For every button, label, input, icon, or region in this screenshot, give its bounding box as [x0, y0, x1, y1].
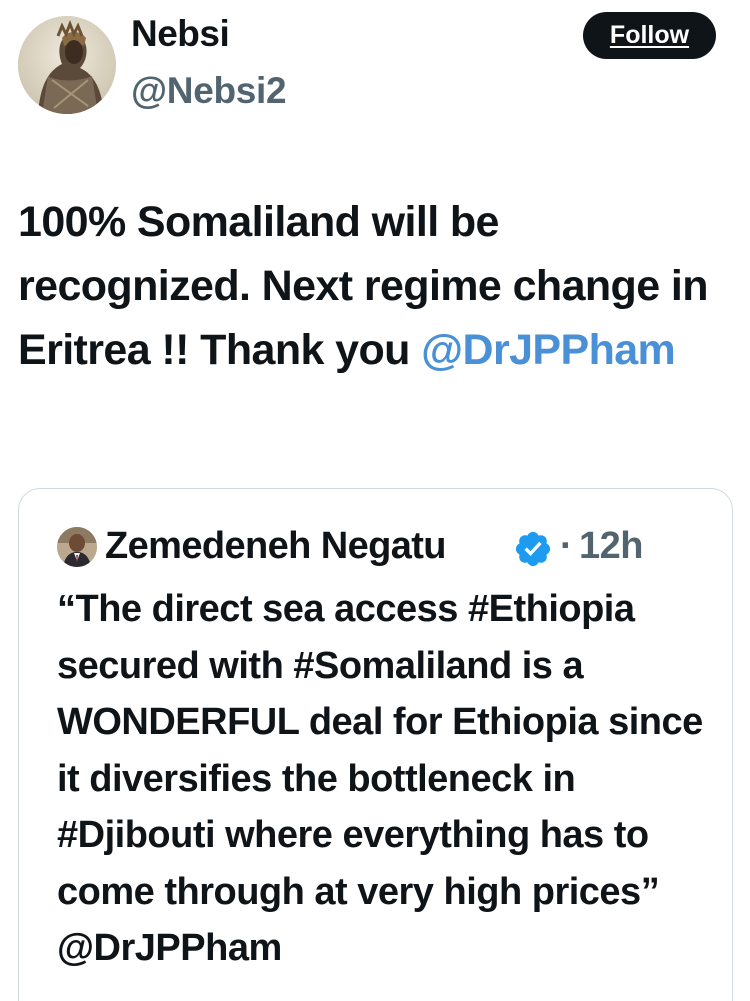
author-avatar[interactable] — [18, 16, 116, 114]
quoted-tweet-time[interactable]: 12h — [579, 525, 643, 568]
quoted-tweet-text: “The direct sea access #Ethiopia secured… — [57, 588, 703, 913]
quoted-author-avatar[interactable] — [57, 527, 97, 567]
tweet-body: 100% Somaliland will be recognized. Next… — [18, 190, 733, 382]
author-display-name[interactable]: Nebsi — [131, 13, 230, 55]
quoted-tweet-header: Zemedeneh Negatu · 12h — [57, 525, 717, 569]
tweet-mention-link[interactable]: @DrJPPham — [421, 326, 676, 374]
follow-button[interactable]: Follow — [583, 12, 716, 59]
author-handle[interactable]: @Nebsi2 — [131, 70, 287, 112]
quoted-tweet-body: “The direct sea access #Ethiopia secured… — [57, 581, 727, 977]
verified-badge-icon — [515, 531, 551, 567]
quoted-tweet-card[interactable]: Zemedeneh Negatu · 12h “The direct sea a… — [18, 488, 733, 1001]
quoted-author-avatar-image — [57, 527, 97, 567]
author-avatar-image — [18, 16, 116, 114]
quoted-author-name[interactable]: Zemedeneh Negatu — [105, 525, 447, 568]
time-separator: · — [560, 525, 573, 567]
tweet-header: Nebsi @Nebsi2 Follow — [0, 0, 750, 130]
